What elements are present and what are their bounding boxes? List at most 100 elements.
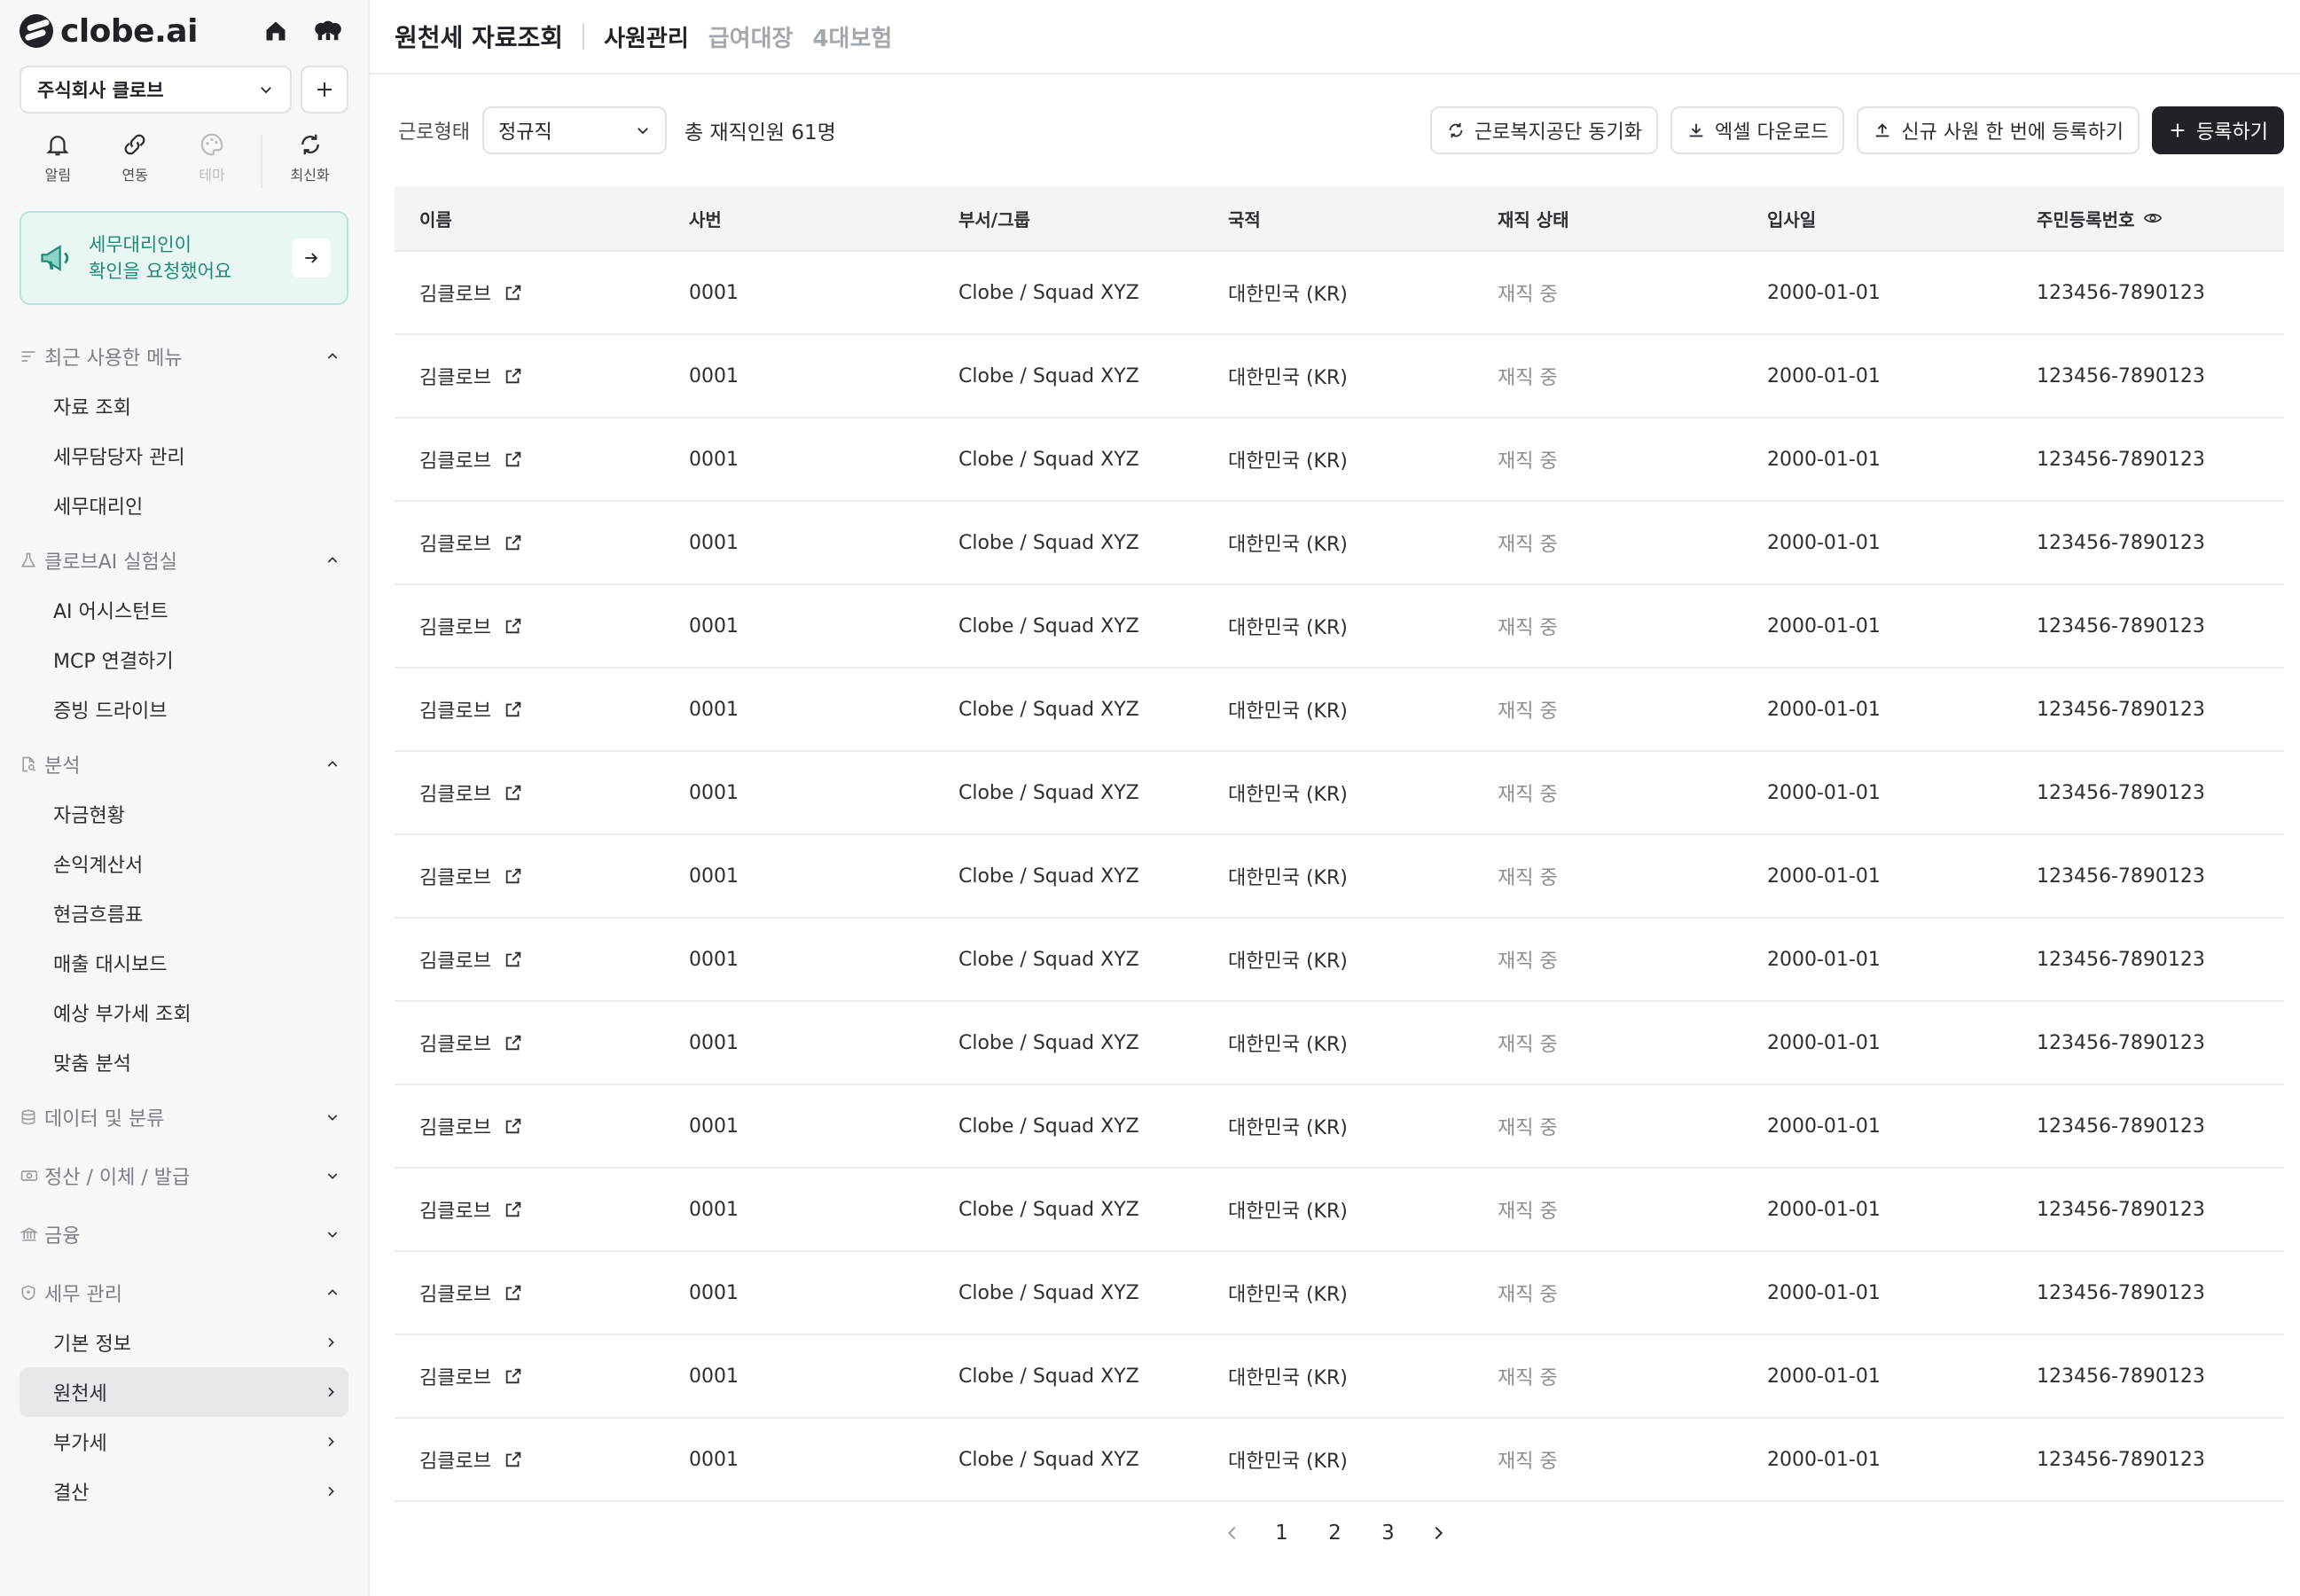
- col-resident-no[interactable]: 주민등록번호: [2012, 206, 2284, 231]
- external-link-icon[interactable]: [504, 1033, 523, 1052]
- home-icon[interactable]: [263, 19, 288, 43]
- quick-link[interactable]: 연동: [97, 131, 174, 184]
- cell-nationality: 대한민국 (KR): [1203, 362, 1473, 390]
- sidebar-item-cash-flow[interactable]: 현금흐름표: [20, 888, 348, 938]
- table-row[interactable]: 김클로브 0001 Clobe / Squad XYZ 대한민국 (KR) 재직 중 20…: [395, 669, 2284, 752]
- table-row[interactable]: 김클로브 0001 Clobe / Squad XYZ 대한민국 (KR) 재직 중 20…: [395, 835, 2284, 919]
- page-3[interactable]: 3: [1375, 1522, 1402, 1545]
- cell-department: Clobe / Squad XYZ: [934, 449, 1203, 471]
- table-row[interactable]: 김클로브 0001 Clobe / Squad XYZ 대한민국 (KR) 재직 중 20…: [395, 1085, 2284, 1169]
- cell-department: Clobe / Squad XYZ: [934, 1115, 1203, 1138]
- table-row[interactable]: 김클로브 0001 Clobe / Squad XYZ 대한민국 (KR) 재직 중 20…: [395, 1419, 2284, 1502]
- tab-payroll[interactable]: 급여대장: [708, 20, 794, 53]
- table-row[interactable]: 김클로브 0001 Clobe / Squad XYZ 대한민국 (KR) 재직 중 20…: [395, 1169, 2284, 1252]
- external-link-icon[interactable]: [504, 783, 523, 802]
- external-link-icon[interactable]: [504, 616, 523, 636]
- table-row[interactable]: 김클로브 0001 Clobe / Squad XYZ 대한민국 (KR) 재직 중 20…: [395, 1252, 2284, 1335]
- title-divider: [583, 23, 585, 50]
- bulk-register-button[interactable]: 신규 사원 한 번에 등록하기: [1857, 106, 2140, 154]
- col-employee-no[interactable]: 사번: [664, 206, 934, 231]
- sidebar-item-mcp[interactable]: MCP 연결하기: [20, 635, 348, 685]
- excel-download-button[interactable]: 엑셀 다운로드: [1670, 106, 1845, 154]
- col-join-date[interactable]: 입사일: [1742, 206, 2012, 231]
- sidebar-item-custom-analysis[interactable]: 맞춤 분석: [20, 1037, 348, 1087]
- quick-divider: [261, 135, 263, 188]
- sidebar-item-income-statement[interactable]: 손익계산서: [20, 839, 348, 888]
- external-link-icon[interactable]: [504, 1283, 523, 1303]
- col-nationality[interactable]: 국적: [1203, 206, 1473, 231]
- cell-text: 재직 중: [1498, 284, 1558, 306]
- sidebar-item-tax-manager[interactable]: 세무담당자 관리: [20, 431, 348, 481]
- external-link-icon[interactable]: [504, 1200, 523, 1219]
- quick-refresh[interactable]: 최신화: [271, 131, 348, 184]
- section-header-lab[interactable]: 클로브AI 실험실: [20, 544, 348, 576]
- table-row[interactable]: 김클로브 0001 Clobe / Squad XYZ 대한민국 (KR) 재직 중 20…: [395, 752, 2284, 835]
- sidebar-item-cash-status[interactable]: 자금현황: [20, 789, 348, 839]
- external-link-icon[interactable]: [504, 533, 523, 552]
- register-button[interactable]: 등록하기: [2152, 106, 2284, 154]
- notice-banner[interactable]: 세무대리인이 확인을 요청했어요: [20, 211, 348, 305]
- table-row[interactable]: 김클로브 0001 Clobe / Squad XYZ 대한민국 (KR) 재직 중 20…: [395, 1002, 2284, 1085]
- cloud-group-icon[interactable]: [313, 19, 343, 43]
- sidebar-item-closing[interactable]: 결산: [20, 1467, 348, 1516]
- external-link-icon[interactable]: [504, 366, 523, 386]
- prev-page-icon[interactable]: [1223, 1523, 1242, 1543]
- section-header-recent[interactable]: 최근 사용한 메뉴: [20, 340, 348, 372]
- work-type-select[interactable]: 정규직: [481, 106, 667, 154]
- sidebar-item-withholding[interactable]: 원천세: [20, 1367, 348, 1417]
- cell-text: 대한민국 (KR): [1228, 284, 1348, 306]
- section-header-tax[interactable]: 세무 관리: [20, 1277, 348, 1309]
- external-link-icon[interactable]: [504, 866, 523, 886]
- external-link-icon[interactable]: [504, 700, 523, 719]
- sidebar-item-vat-estimate[interactable]: 예상 부가세 조회: [20, 988, 348, 1037]
- next-page-icon[interactable]: [1428, 1523, 1448, 1543]
- external-link-icon[interactable]: [504, 1366, 523, 1386]
- col-name[interactable]: 이름: [395, 206, 664, 231]
- table-row[interactable]: 김클로브 0001 Clobe / Squad XYZ 대한민국 (KR) 재직 중 20…: [395, 502, 2284, 585]
- cell-text: 김클로브: [419, 450, 491, 473]
- sync-button[interactable]: 근로복지공단 동기화: [1429, 106, 1658, 154]
- sidebar-item-data-lookup[interactable]: 자료 조회: [20, 381, 348, 431]
- table-row[interactable]: 김클로브 0001 Clobe / Squad XYZ 대한민국 (KR) 재직 중 20…: [395, 252, 2284, 335]
- section-header-analysis[interactable]: 분석: [20, 748, 348, 780]
- table-row[interactable]: 김클로브 0001 Clobe / Squad XYZ 대한민국 (KR) 재직 중 20…: [395, 419, 2284, 502]
- tab-insurance[interactable]: 4대보험: [812, 20, 892, 53]
- sidebar-item-tax-agent[interactable]: 세무대리인: [20, 481, 348, 530]
- section-header-settle[interactable]: 정산 / 이체 / 발급: [20, 1160, 348, 1192]
- table-row[interactable]: 김클로브 0001 Clobe / Squad XYZ 대한민국 (KR) 재직 중 20…: [395, 1335, 2284, 1419]
- tab-employees[interactable]: 사원관리: [604, 20, 689, 53]
- col-status[interactable]: 재직 상태: [1473, 206, 1742, 231]
- company-select[interactable]: 주식회사 클로브: [20, 66, 292, 113]
- notice-arrow-button[interactable]: [292, 239, 331, 278]
- section-header-finance[interactable]: 금융: [20, 1218, 348, 1250]
- cell-text: Clobe / Squad XYZ: [958, 1448, 1139, 1471]
- external-link-icon[interactable]: [504, 1450, 523, 1469]
- logo[interactable]: clobe.ai: [20, 13, 198, 50]
- sidebar-item-drive[interactable]: 증빙 드라이브: [20, 685, 348, 734]
- col-department[interactable]: 부서/그룹: [934, 206, 1203, 231]
- section-header-data[interactable]: 데이터 및 분류: [20, 1101, 348, 1133]
- sidebar-item-sales-dashboard[interactable]: 매출 대시보드: [20, 938, 348, 988]
- table-row[interactable]: 김클로브 0001 Clobe / Squad XYZ 대한민국 (KR) 재직 중 20…: [395, 585, 2284, 669]
- cell-text: 2000-01-01: [1767, 531, 1881, 554]
- cell-text: 김클로브: [419, 784, 491, 806]
- item-label: MCP 연결하기: [53, 651, 174, 673]
- quick-alert[interactable]: 알림: [20, 131, 97, 184]
- cell-status: 재직 중: [1473, 1279, 1742, 1307]
- external-link-icon[interactable]: [504, 450, 523, 469]
- page-2[interactable]: 2: [1322, 1522, 1349, 1545]
- external-link-icon[interactable]: [504, 283, 523, 302]
- cell-name: 김클로브: [395, 1112, 664, 1140]
- table-row[interactable]: 김클로브 0001 Clobe / Squad XYZ 대한민국 (KR) 재직 중 20…: [395, 919, 2284, 1002]
- sidebar-item-basic-info[interactable]: 기본 정보: [20, 1318, 348, 1367]
- eye-icon[interactable]: [2143, 208, 2163, 228]
- sidebar-item-ai-assistant[interactable]: AI 어시스턴트: [20, 585, 348, 635]
- sidebar-item-vat[interactable]: 부가세: [20, 1417, 348, 1467]
- external-link-icon[interactable]: [504, 950, 523, 969]
- cell-text: 123456-7890123: [2037, 1281, 2205, 1304]
- page-1[interactable]: 1: [1269, 1522, 1295, 1545]
- add-company-button[interactable]: [301, 66, 348, 113]
- external-link-icon[interactable]: [504, 1116, 523, 1136]
- table-row[interactable]: 김클로브 0001 Clobe / Squad XYZ 대한민국 (KR) 재직 중 20…: [395, 335, 2284, 419]
- cell-nationality: 대한민국 (KR): [1203, 862, 1473, 890]
